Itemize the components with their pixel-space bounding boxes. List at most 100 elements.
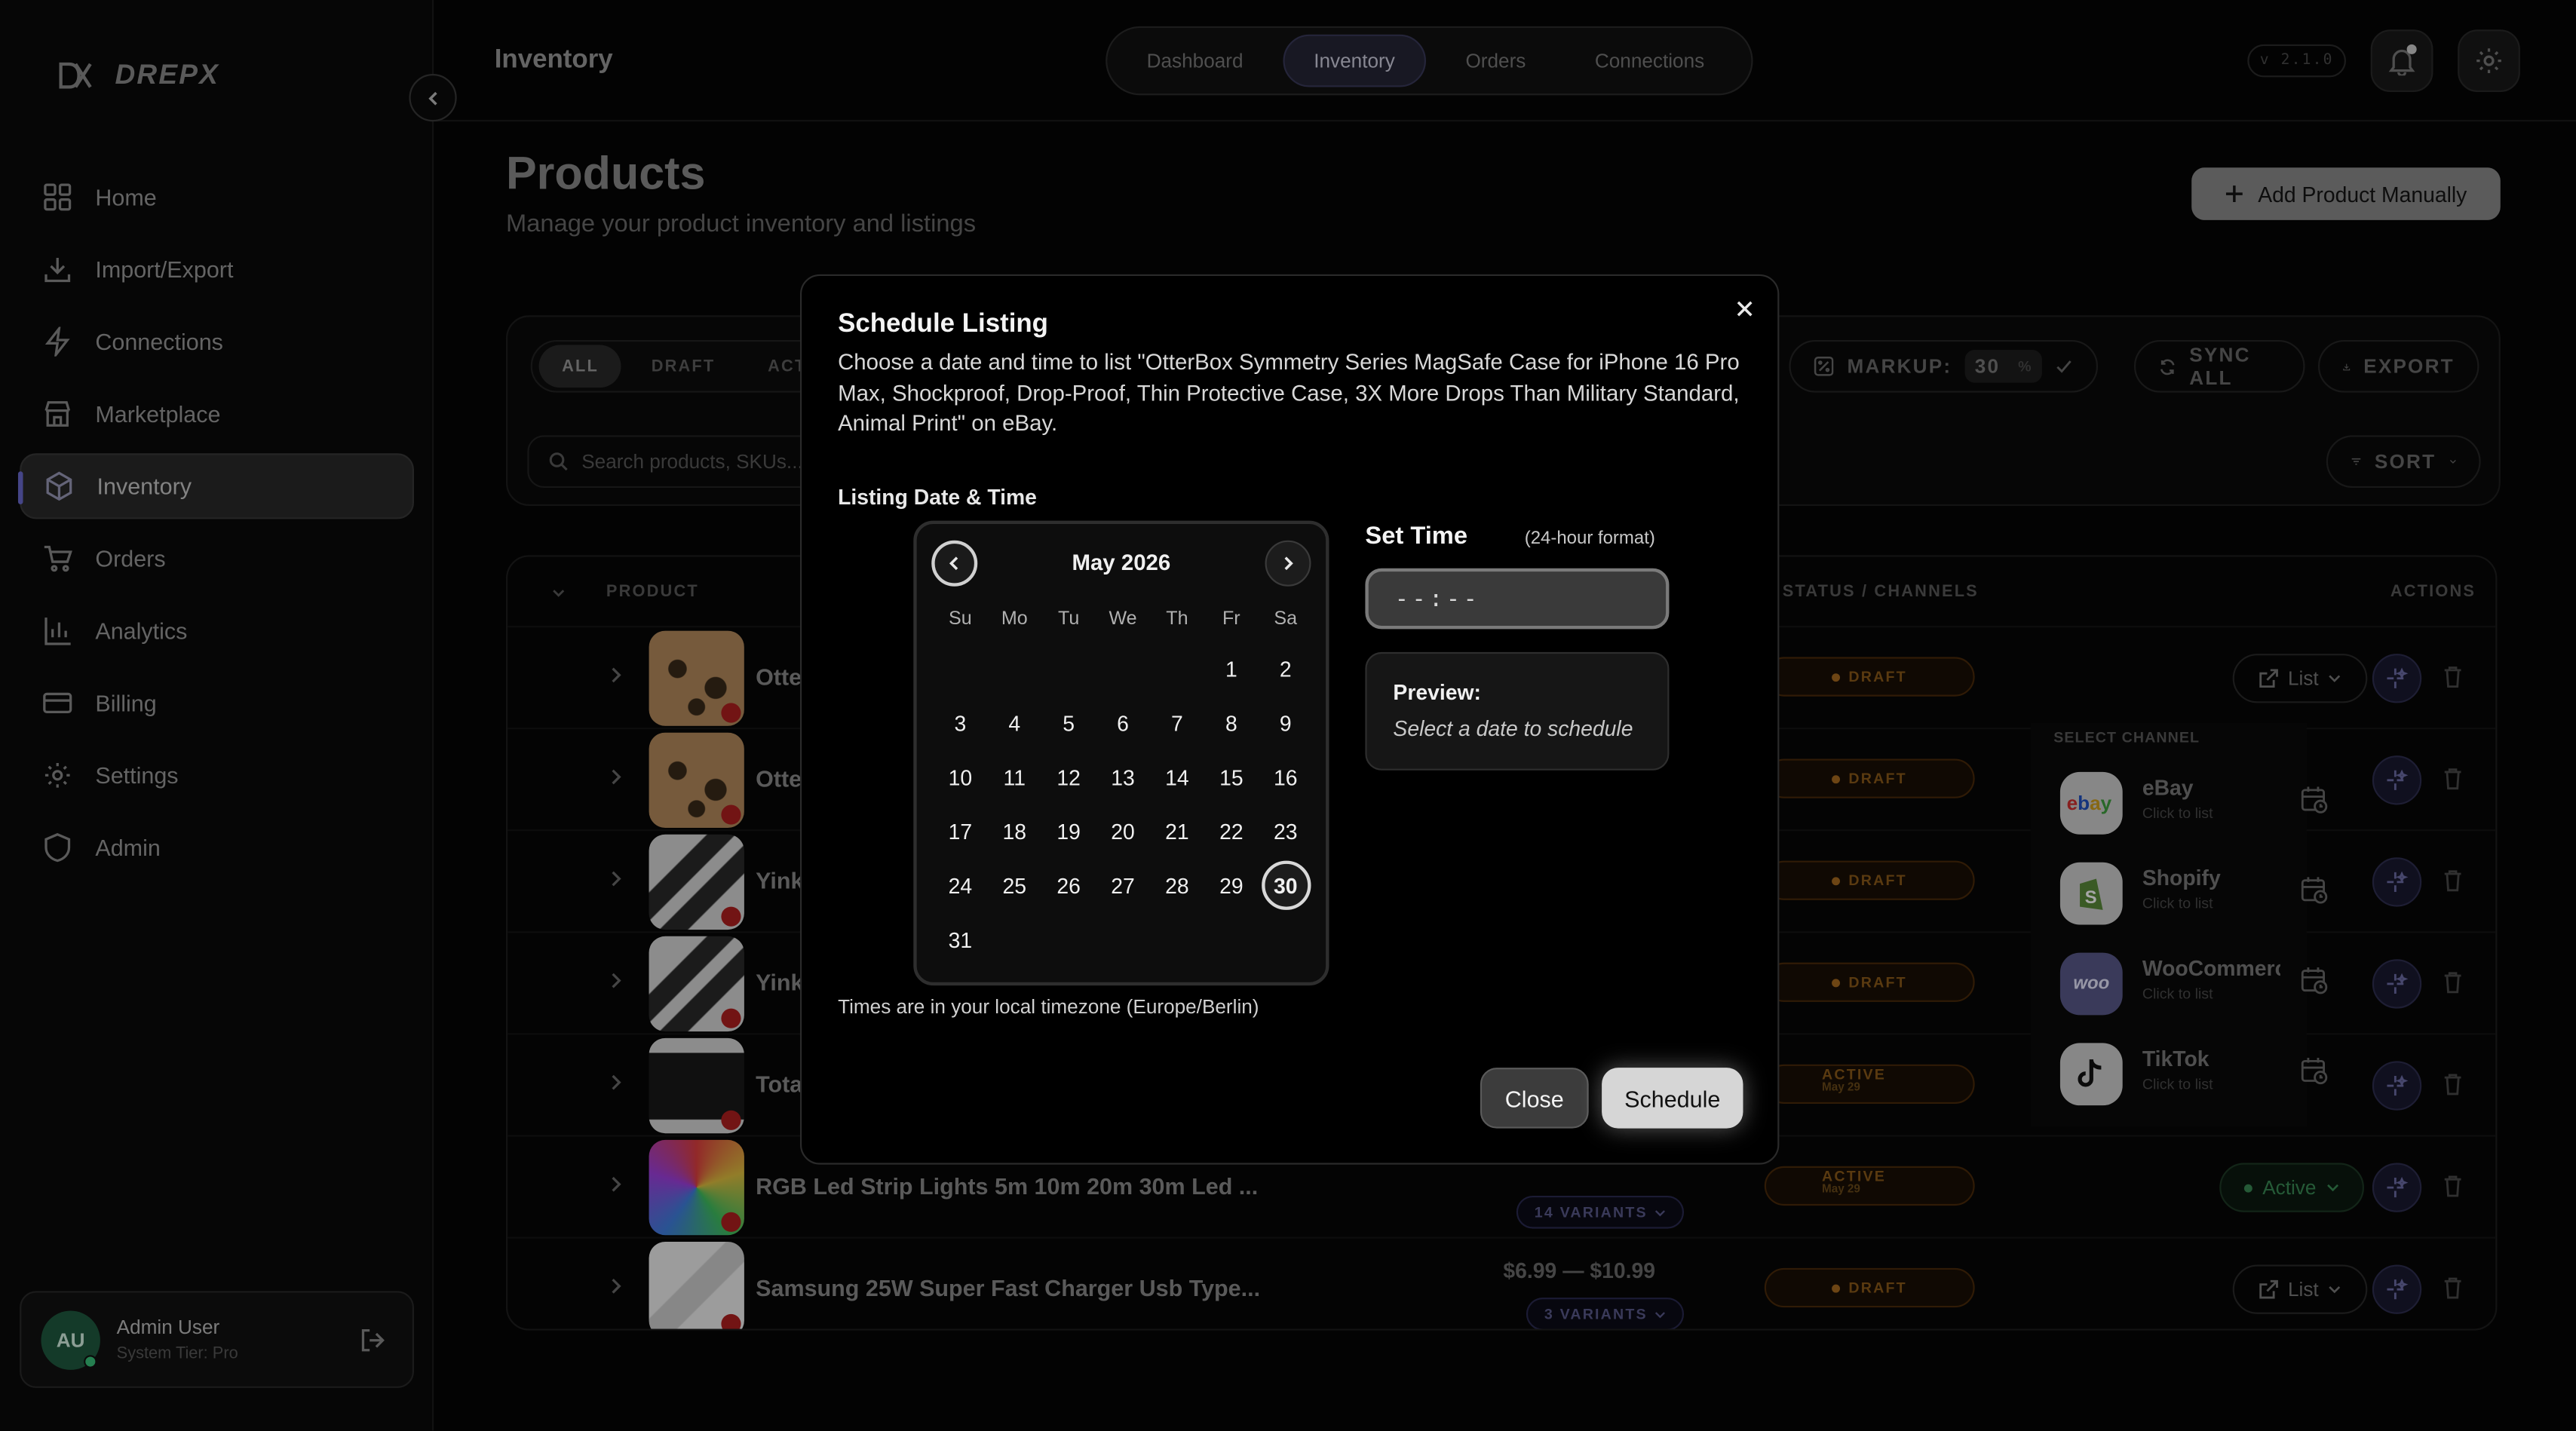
sidebar-item-admin[interactable]: Admin <box>20 815 414 881</box>
schedule-button[interactable]: Schedule <box>1602 1068 1743 1129</box>
calendar-day[interactable]: 7 <box>1152 698 1201 747</box>
check-icon[interactable] <box>2056 357 2073 376</box>
calendar-day[interactable]: 2 <box>1261 644 1310 693</box>
active-button[interactable]: Active <box>2219 1163 2364 1212</box>
sidebar-item-connections[interactable]: Connections <box>20 309 414 375</box>
time-input[interactable]: --:-- <box>1365 568 1670 630</box>
sidebar-item-inventory[interactable]: Inventory <box>17 453 414 519</box>
calendar-day[interactable]: 12 <box>1044 752 1093 801</box>
tab-orders[interactable]: Orders <box>1436 35 1555 87</box>
close-button[interactable]: Close <box>1480 1068 1589 1129</box>
ai-optimize-button[interactable] <box>2372 755 2422 805</box>
add-product-button[interactable]: Add Product Manually <box>2191 167 2501 220</box>
modal-close-button[interactable] <box>1735 299 1755 318</box>
calendar-day[interactable]: 13 <box>1098 752 1147 801</box>
channel-tiktok[interactable]: TikTok Click to list <box>2059 1040 2328 1106</box>
variants-badge[interactable]: 3 VARIANTS <box>1526 1298 1684 1329</box>
ai-optimize-button[interactable] <box>2372 857 2422 907</box>
chevron-right-icon[interactable] <box>608 1175 624 1194</box>
sidebar-item-marketplace[interactable]: Marketplace <box>20 381 414 446</box>
calendar-day[interactable]: 11 <box>990 752 1039 801</box>
chevron-right-icon[interactable] <box>608 1073 624 1092</box>
calendar-day[interactable]: 27 <box>1098 861 1147 910</box>
calendar-day[interactable]: 16 <box>1261 752 1310 801</box>
filter-all[interactable]: ALL <box>538 345 622 388</box>
ai-optimize-button[interactable] <box>2372 959 2422 1009</box>
calendar-day[interactable]: 18 <box>990 807 1039 856</box>
calendar-day[interactable]: 10 <box>936 752 985 801</box>
calendar-day[interactable]: 14 <box>1152 752 1201 801</box>
calendar-clock-icon[interactable] <box>2300 1056 2329 1086</box>
list-button[interactable]: List <box>2232 654 2368 703</box>
calendar-day[interactable]: 8 <box>1207 698 1256 747</box>
notifications-button[interactable] <box>2370 29 2433 92</box>
chevron-right-icon[interactable] <box>608 971 624 991</box>
tab-connections[interactable]: Connections <box>1566 35 1734 87</box>
trash-icon[interactable] <box>2443 869 2463 892</box>
calendar-day[interactable]: 19 <box>1044 807 1093 856</box>
export-button[interactable]: EXPORT <box>2317 339 2479 393</box>
chevron-right-icon[interactable] <box>608 665 624 685</box>
sidebar-collapse-button[interactable] <box>409 74 457 122</box>
trash-icon[interactable] <box>2443 971 2463 994</box>
calendar-day[interactable]: 29 <box>1207 861 1256 910</box>
chevron-right-icon[interactable] <box>608 1276 624 1296</box>
calendar-clock-icon[interactable] <box>2300 785 2329 814</box>
chevron-right-icon[interactable] <box>608 767 624 786</box>
calendar-clock-icon[interactable] <box>2300 966 2329 995</box>
chevron-right-icon[interactable] <box>608 869 624 888</box>
sidebar-item-analytics[interactable]: Analytics <box>20 598 414 663</box>
channel-ebay[interactable]: ebay eBay Click to list <box>2059 769 2328 835</box>
ai-optimize-button[interactable] <box>2372 1264 2422 1314</box>
calendar-day[interactable]: 20 <box>1098 807 1147 856</box>
logout-button[interactable] <box>360 1327 386 1353</box>
trash-icon[interactable] <box>2443 1276 2463 1300</box>
channel-shopify[interactable]: S Shopify Click to list <box>2059 859 2328 925</box>
calendar-day[interactable]: 17 <box>936 807 985 856</box>
calendar-day[interactable]: 9 <box>1261 698 1310 747</box>
list-button[interactable]: List <box>2232 1264 2368 1314</box>
trash-icon[interactable] <box>2443 767 2463 790</box>
select-all-chevron-icon[interactable] <box>550 585 567 602</box>
calendar-day[interactable]: 22 <box>1207 807 1256 856</box>
next-month-button[interactable] <box>1265 540 1311 587</box>
calendar-day[interactable]: 3 <box>936 698 985 747</box>
calendar-day[interactable]: 4 <box>990 698 1039 747</box>
calendar-clock-icon[interactable] <box>2300 875 2329 905</box>
calendar-day[interactable]: 21 <box>1152 807 1201 856</box>
markup-input[interactable]: 30% <box>1964 350 2043 383</box>
ai-optimize-button[interactable] <box>2372 1061 2422 1111</box>
trash-icon[interactable] <box>2443 1175 2463 1198</box>
trash-icon[interactable] <box>2443 1073 2463 1096</box>
calendar-day[interactable]: 25 <box>990 861 1039 910</box>
sort-button[interactable]: SORT <box>2326 435 2481 489</box>
sidebar-item-orders[interactable]: Orders <box>20 526 414 591</box>
sync-all-button[interactable]: SYNC ALL <box>2133 339 2305 393</box>
calendar-day[interactable]: 5 <box>1044 698 1093 747</box>
sidebar-item-billing[interactable]: Billing <box>20 670 414 736</box>
channel-woocommerce[interactable]: woo WooCommerce Click to list <box>2059 949 2328 1016</box>
column-header-product[interactable]: PRODUCT <box>606 583 699 601</box>
filter-draft[interactable]: DRAFT <box>628 345 738 388</box>
calendar-day[interactable]: 24 <box>936 861 985 910</box>
calendar-day[interactable]: 31 <box>936 915 985 964</box>
sidebar-item-settings[interactable]: Settings <box>20 743 414 808</box>
sidebar-item-import-export[interactable]: Import/Export <box>20 237 414 302</box>
calendar-day[interactable]: 1 <box>1207 644 1256 693</box>
trash-icon[interactable] <box>2443 665 2463 688</box>
tab-dashboard[interactable]: Dashboard <box>1117 35 1272 87</box>
calendar-day-today[interactable]: 30 <box>1261 860 1311 910</box>
calendar-day[interactable]: 15 <box>1207 752 1256 801</box>
table-row[interactable]: Samsung 25W Super Fast Charger Usb Type.… <box>508 1236 2496 1329</box>
tab-inventory[interactable]: Inventory <box>1282 34 1427 87</box>
ai-optimize-button[interactable] <box>2372 654 2422 703</box>
logo[interactable]: DREPX <box>59 59 219 92</box>
calendar-day[interactable]: 6 <box>1098 698 1147 747</box>
calendar-day[interactable]: 23 <box>1261 807 1310 856</box>
search-input[interactable]: Search products, SKUs... <box>527 435 823 489</box>
settings-button[interactable] <box>2458 29 2520 92</box>
ai-optimize-button[interactable] <box>2372 1163 2422 1212</box>
calendar-day[interactable]: 26 <box>1044 861 1093 910</box>
sidebar-item-home[interactable]: Home <box>20 164 414 230</box>
variants-badge[interactable]: 14 VARIANTS <box>1516 1195 1684 1229</box>
